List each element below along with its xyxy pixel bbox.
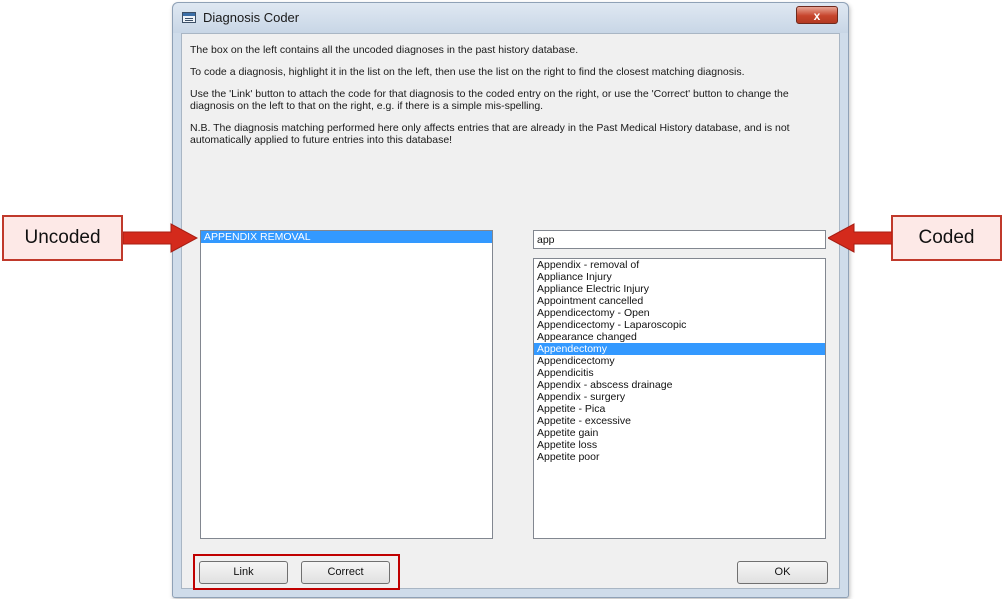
instruction-paragraph: To code a diagnosis, highlight it in the… — [190, 66, 745, 78]
title-bar: Diagnosis Coder x — [173, 3, 848, 33]
coded-list-item[interactable]: Appetite poor — [534, 451, 825, 463]
instruction-paragraph: The box on the left contains all the unc… — [190, 44, 579, 56]
coded-list-item[interactable]: Appendicectomy - Laparoscopic — [534, 319, 825, 331]
coded-list-item[interactable]: Appendicectomy — [534, 355, 825, 367]
uncoded-callout: Uncoded — [2, 215, 123, 261]
link-button[interactable]: Link — [199, 561, 288, 584]
ok-button[interactable]: OK — [737, 561, 828, 584]
coded-list-item[interactable]: Appearance changed — [534, 331, 825, 343]
uncoded-list-item[interactable]: APPENDIX REMOVAL — [201, 231, 492, 243]
coded-list-item[interactable]: Appendix - removal of — [534, 259, 825, 271]
coded-list-item[interactable]: Appendicectomy - Open — [534, 307, 825, 319]
coded-callout: Coded — [891, 215, 1002, 261]
coded-list-item[interactable]: Appliance Injury — [534, 271, 825, 283]
coded-list-item[interactable]: Appetite loss — [534, 439, 825, 451]
coded-list-item[interactable]: Appetite - excessive — [534, 415, 825, 427]
diagnosis-search-input[interactable] — [533, 230, 826, 249]
coded-list-item[interactable]: Appointment cancelled — [534, 295, 825, 307]
instructions-text: The box on the left contains all the unc… — [190, 44, 800, 156]
instruction-paragraph: Use the 'Link' button to attach the code… — [190, 88, 789, 112]
correct-button[interactable]: Correct — [301, 561, 390, 584]
coded-list-item[interactable]: Appendix - abscess drainage — [534, 379, 825, 391]
app-window-icon — [182, 12, 196, 23]
coded-list-item[interactable]: Appendectomy — [534, 343, 825, 355]
coded-list-item[interactable]: Appetite - Pica — [534, 403, 825, 415]
close-button[interactable]: x — [796, 6, 838, 24]
coded-diagnoses-list[interactable]: Appendix - removal of Appliance Injury App… — [533, 258, 826, 539]
uncoded-diagnoses-list[interactable]: APPENDIX REMOVAL — [200, 230, 493, 539]
coded-list-item[interactable]: Appendicitis — [534, 367, 825, 379]
uncoded-arrow-icon — [123, 223, 198, 253]
coded-list-item[interactable]: Appetite gain — [534, 427, 825, 439]
instruction-paragraph: N.B. The diagnosis matching performed he… — [190, 122, 790, 146]
coded-arrow-icon — [828, 223, 892, 253]
coded-list-item[interactable]: Appliance Electric Injury — [534, 283, 825, 295]
window-title: Diagnosis Coder — [203, 10, 300, 25]
coded-list-item[interactable]: Appendix - surgery — [534, 391, 825, 403]
